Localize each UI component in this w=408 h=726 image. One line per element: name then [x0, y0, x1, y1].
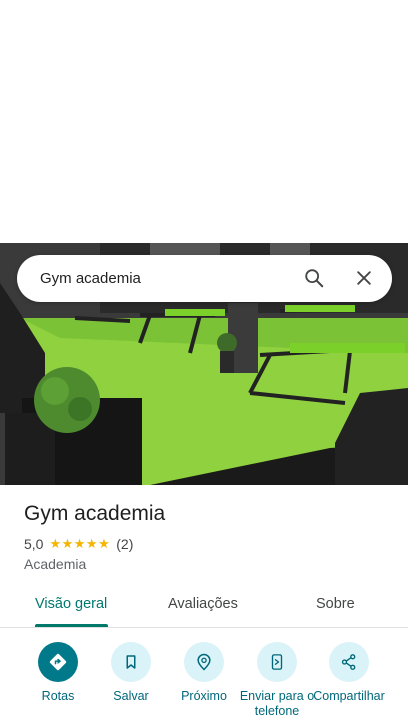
- place-category: Academia: [24, 556, 87, 572]
- close-icon[interactable]: [352, 266, 376, 290]
- rating-value: 5,0: [24, 536, 44, 552]
- save-button[interactable]: Salvar: [91, 642, 171, 704]
- map-blank-area: [0, 0, 408, 243]
- tab-selected-indicator: [35, 624, 108, 627]
- search-icon[interactable]: [302, 266, 326, 290]
- save-label: Salvar: [113, 689, 149, 703]
- share-icon: [329, 642, 369, 682]
- nearby-button[interactable]: Próximo: [164, 642, 244, 704]
- place-title: Gym academia: [24, 502, 166, 525]
- search-input[interactable]: Gym academia: [40, 270, 392, 287]
- send-to-phone-label: Enviar para o telefone: [239, 689, 315, 718]
- share-label: Compartilhar: [313, 689, 385, 703]
- review-count[interactable]: (2): [116, 536, 133, 552]
- tab-about[interactable]: Sobre: [316, 596, 355, 612]
- directions-label: Rotas: [41, 689, 75, 703]
- directions-button[interactable]: Rotas: [18, 642, 98, 704]
- send-to-phone-button[interactable]: Enviar para o telefone: [237, 642, 317, 719]
- nearby-icon: [184, 642, 224, 682]
- bookmark-icon: [111, 642, 151, 682]
- nearby-label: Próximo: [181, 689, 227, 703]
- tab-overview[interactable]: Visão geral: [35, 596, 107, 612]
- directions-icon: [38, 642, 78, 682]
- star-rating-icon: ★★★★★: [49, 536, 111, 551]
- share-button[interactable]: Compartilhar: [309, 642, 389, 704]
- rating-row[interactable]: 5,0 ★★★★★ (2): [24, 536, 133, 552]
- search-bar[interactable]: Gym academia: [17, 255, 392, 302]
- tab-reviews[interactable]: Avaliações: [168, 596, 238, 612]
- place-tabs: Visão geral Avaliações Sobre: [0, 586, 408, 628]
- send-to-phone-icon: [257, 642, 297, 682]
